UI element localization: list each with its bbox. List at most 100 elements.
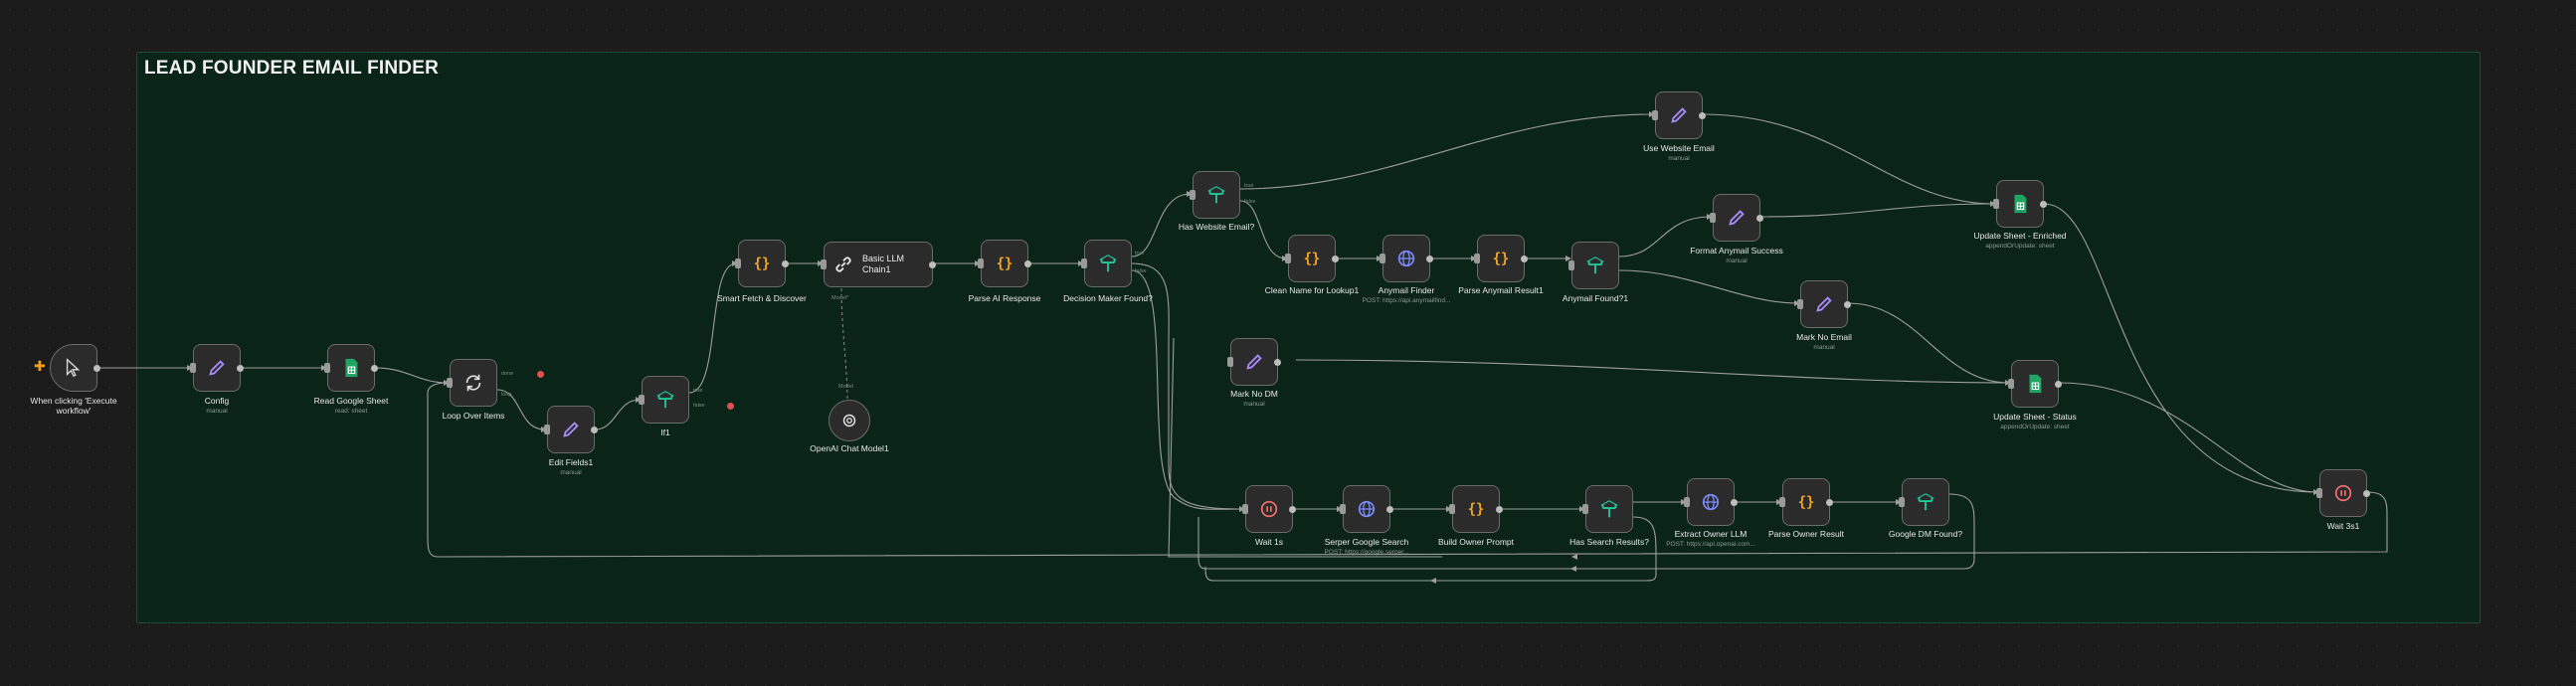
- input-handle[interactable]: [1568, 260, 1574, 270]
- node-parse-owner[interactable]: {}: [1779, 478, 1833, 526]
- false-handle[interactable]: [727, 403, 734, 410]
- output-handle[interactable]: [1844, 300, 1851, 308]
- input-handle[interactable]: [1797, 299, 1803, 309]
- node-wait1[interactable]: [1242, 485, 1296, 533]
- svg-text:{}: {}: [1304, 252, 1321, 267]
- input-handle[interactable]: [1993, 199, 1999, 209]
- output-handle[interactable]: [237, 364, 244, 372]
- node-has-search[interactable]: [1582, 485, 1633, 533]
- node-trigger[interactable]: [50, 344, 100, 392]
- node-google-dm[interactable]: [1899, 478, 1949, 526]
- node-update-enriched[interactable]: [1993, 180, 2047, 228]
- output-handle[interactable]: [929, 260, 936, 268]
- output-handle[interactable]: [782, 259, 789, 267]
- wire-noemail-status: [1847, 302, 2010, 384]
- input-handle[interactable]: [978, 258, 984, 268]
- input-handle[interactable]: [544, 425, 550, 434]
- output-handle[interactable]: [2055, 380, 2062, 388]
- node-llm-chain[interactable]: Basic LLM Chain1: [821, 242, 936, 287]
- loop-icon: [465, 374, 481, 392]
- pencil-icon: [563, 422, 579, 437]
- input-handle[interactable]: [1474, 254, 1480, 263]
- svg-text:{}: {}: [997, 257, 1013, 272]
- output-handle[interactable]: [1731, 498, 1738, 506]
- output-handle[interactable]: [371, 364, 378, 372]
- input-handle[interactable]: [821, 259, 827, 269]
- input-handle[interactable]: [1710, 213, 1716, 223]
- sheets-icon: [345, 358, 358, 378]
- node-build-owner[interactable]: {}: [1449, 485, 1503, 533]
- wire-wait3-loop: [427, 382, 2388, 558]
- node-clean-name[interactable]: {}: [1285, 235, 1339, 282]
- output-handle[interactable]: [1496, 505, 1503, 513]
- input-handle[interactable]: [1081, 258, 1087, 268]
- output-handle[interactable]: [1274, 358, 1281, 366]
- input-handle[interactable]: [1380, 254, 1385, 263]
- input-handle[interactable]: [1340, 504, 1346, 514]
- node-parse-ai[interactable]: {}: [978, 240, 1031, 287]
- output-handle[interactable]: [1521, 255, 1528, 262]
- input-handle[interactable]: [1899, 497, 1905, 507]
- node-format-anymail[interactable]: [1710, 194, 1763, 242]
- loop-out-loop: loop: [501, 392, 512, 398]
- output-handle[interactable]: [1289, 505, 1296, 513]
- node-extract-owner[interactable]: [1684, 478, 1738, 526]
- input-handle[interactable]: [1449, 504, 1455, 514]
- input-handle[interactable]: [324, 363, 330, 373]
- input-handle[interactable]: [735, 258, 741, 268]
- input-handle[interactable]: [1242, 504, 1248, 514]
- input-handle[interactable]: [639, 395, 644, 405]
- node-parse-anymail[interactable]: {}: [1474, 235, 1528, 282]
- input-handle[interactable]: [1779, 497, 1785, 507]
- chat-model-port: Model: [838, 384, 853, 390]
- node-use-website[interactable]: [1652, 91, 1706, 139]
- output-handle[interactable]: [1332, 255, 1339, 262]
- node-anymail-finder[interactable]: [1380, 235, 1433, 282]
- node-mark-no-dm-sub: manual: [1243, 401, 1265, 408]
- input-handle[interactable]: [1285, 254, 1291, 263]
- output-handle[interactable]: [1826, 498, 1833, 506]
- node-update-status-label: Update Sheet - Status: [1993, 412, 2077, 422]
- node-update-status[interactable]: [2008, 360, 2062, 408]
- input-handle[interactable]: [447, 378, 453, 388]
- node-serper-sub: POST: https://google.serper...: [1324, 549, 1409, 556]
- node-serper[interactable]: [1340, 485, 1393, 533]
- input-handle[interactable]: [190, 363, 196, 373]
- node-anymail-found[interactable]: [1568, 242, 1619, 289]
- decision-out-false: false: [1135, 268, 1147, 274]
- input-handle[interactable]: [1652, 110, 1658, 120]
- add-trigger-icon[interactable]: ✚: [34, 358, 46, 375]
- output-handle[interactable]: [2040, 200, 2047, 208]
- output-handle[interactable]: [1426, 255, 1433, 262]
- output-handle[interactable]: [2363, 489, 2370, 497]
- node-config[interactable]: [190, 344, 244, 392]
- node-wait3[interactable]: [2316, 469, 2370, 517]
- node-has-website[interactable]: [1190, 171, 1240, 219]
- output-handle[interactable]: [1699, 111, 1706, 119]
- workflow-canvas[interactable]: LEAD FOUNDER EMAIL FINDER ✚ When clickin…: [0, 0, 2576, 686]
- output-handle[interactable]: [1756, 214, 1763, 222]
- node-mark-no-dm[interactable]: [1227, 338, 1281, 386]
- input-handle[interactable]: [1684, 497, 1690, 507]
- node-google-dm-label: Google DM Found?: [1888, 529, 1963, 539]
- input-handle[interactable]: [1190, 190, 1196, 200]
- if-icon: [1207, 186, 1225, 204]
- node-decision[interactable]: [1081, 240, 1132, 287]
- input-handle[interactable]: [1227, 357, 1233, 367]
- connections-layer: [99, 111, 2388, 584]
- input-handle[interactable]: [2008, 379, 2014, 389]
- node-read-sheet[interactable]: [324, 344, 378, 392]
- node-decision-label: Decision Maker Found?: [1063, 293, 1153, 303]
- output-handle[interactable]: [1024, 259, 1031, 267]
- output-handle[interactable]: [1386, 505, 1393, 513]
- done-handle[interactable]: [537, 371, 544, 378]
- node-if1[interactable]: [639, 376, 689, 424]
- input-handle[interactable]: [1582, 504, 1588, 514]
- node-mark-no-email[interactable]: [1797, 280, 1851, 328]
- node-update-status-sub: appendOrUpdate: sheet: [2000, 424, 2070, 430]
- node-loop[interactable]: [447, 359, 497, 407]
- node-smart-fetch[interactable]: {}: [735, 240, 789, 287]
- node-chat-model[interactable]: [828, 400, 870, 441]
- input-handle[interactable]: [2316, 488, 2322, 498]
- output-handle[interactable]: [93, 364, 100, 372]
